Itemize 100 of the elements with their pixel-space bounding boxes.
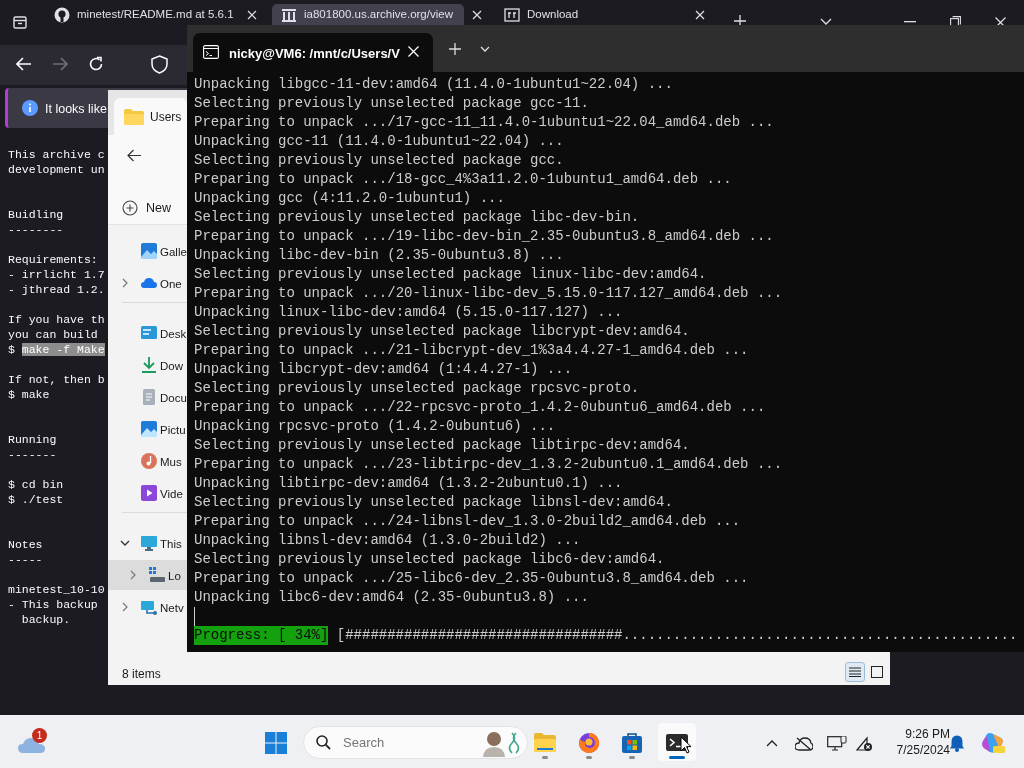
browser-tab[interactable]: minetest/README.md at 5.6.1 [45,4,239,25]
tab-list-icon[interactable] [12,14,28,30]
terminal-line: Selecting previously unselected package libtirpc-dev:amd64. [194,436,691,455]
folder-icon [534,731,556,754]
text-line: Buidling [8,207,65,222]
copilot-icon[interactable] [981,732,1005,754]
terminal-line: Preparing to unpack .../19-libc-dev-bin_2.35-0ubuntu3.8_amd64.deb ... [194,227,775,246]
details-view-button[interactable] [845,662,865,682]
terminal-line: Unpacking libnsl-dev:amd64 (1.3.0-2build2) ... [194,531,582,550]
terminal-line: Selecting previously unselected package linux-libc-dev:amd64. [194,265,708,284]
text-line: $ make [8,387,51,402]
text-line: If you have th [8,312,105,327]
reload-icon[interactable] [88,56,104,72]
chevron-down-icon[interactable] [120,538,130,548]
plus-icon[interactable] [449,43,461,55]
cursor [194,607,195,626]
list-icon [849,667,861,677]
nav-item[interactable]: Mus [108,446,187,476]
progress-text: [#################################............................................... [336,626,1018,645]
new-button[interactable]: New [122,194,188,222]
display-icon[interactable] [827,736,847,752]
bell-icon[interactable] [950,735,964,752]
text-line: you can build [8,327,99,342]
terminal-tab[interactable]: nicky@VM6: /mnt/c/Users/V [193,33,433,72]
download-icon [141,357,157,373]
close-icon[interactable] [472,10,482,20]
chevron-up-icon[interactable] [766,740,778,747]
cloud-icon [141,275,157,291]
taskbar-app-button[interactable] [658,723,696,761]
text-line: development un [8,162,105,177]
nav-item[interactable]: Galle [108,236,187,266]
text-line: - This backup [8,597,99,612]
terminal-line: Selecting previously unselected package libc6-dev:amd64. [194,550,666,569]
text-line: Requirements: [8,252,99,267]
terminal-line: Preparing to unpack .../20-linux-libc-dev_5.15.0-117.127_amd64.deb ... [194,284,784,303]
nav-item[interactable]: Docu [108,382,187,412]
terminal-line: Selecting previously unselected package rpcsvc-proto. [194,379,641,398]
start-icon [265,731,287,754]
back-icon[interactable] [127,149,142,162]
picture-icon [141,421,157,437]
nav-item[interactable]: Lo [108,560,187,590]
text-line: backup. [20,612,72,627]
browser-tab[interactable]: ia801800.us.archive.org/view [272,4,464,25]
forward-icon[interactable] [52,57,68,71]
chevron-down-icon[interactable] [820,18,832,26]
close-icon[interactable] [695,10,705,20]
search-box[interactable]: Search [303,726,528,759]
terminal-line: Preparing to unpack .../18-gcc_4%3a11.2.0-1ubuntu1_amd64.deb ... [194,170,733,189]
gallery-icon [141,243,157,259]
terminal-line: Unpacking gcc (4:11.2.0-1ubuntu1) ... [194,189,506,208]
status-text: 8 items [122,666,161,683]
terminal-line: Unpacking libcrypt-dev:amd64 (1:4.4.27-1) ... [194,360,574,379]
text-line: If not, then b [8,372,105,387]
browser-tab[interactable]: Download [495,4,687,25]
chevron-right-icon[interactable] [120,278,130,288]
monitor-icon [141,535,157,551]
github-icon [54,7,70,23]
text-line: $ cd bin [8,477,65,492]
text-line: Notes [8,537,44,552]
nav-item[interactable]: Desk [108,318,187,348]
close-icon[interactable] [247,10,257,20]
terminal-line: Preparing to unpack .../17-gcc-11_11.4.0-1ubuntu1~22.04_amd64.deb ... [194,113,775,132]
text-line: minetest_10-10 [8,582,105,597]
nav-item[interactable]: Pictu [108,414,187,444]
nav-item[interactable]: This [108,528,187,558]
nav-item[interactable]: Netv [108,592,187,622]
terminal-line: Selecting previously unselected package libcrypt-dev:amd64. [194,322,691,341]
terminal-line: Unpacking rpcsvc-proto (1.4.2-0ubuntu6) ... [194,417,557,436]
cloud-off-icon[interactable] [795,737,813,751]
fox-globe-icon [578,731,600,754]
chevron-right-icon[interactable] [128,570,138,580]
search-field[interactable]: Search [341,731,461,754]
shield-icon[interactable] [151,55,168,74]
nav-item[interactable]: One [108,268,187,298]
restore-icon[interactable] [950,16,961,27]
chevron-right-icon[interactable] [120,602,130,612]
text-line: - irrlicht 1.7 [8,267,105,282]
nav-item[interactable]: Vide [108,478,187,508]
text-line: - jthread 1.2. [8,282,105,297]
network-off-icon[interactable] [855,736,873,752]
terminal-line: Preparing to unpack .../23-libtirpc-dev_1.3.2-2ubuntu0.1_amd64.deb ... [194,455,784,474]
search-icon [316,735,331,750]
terminal-line: Preparing to unpack .../25-libc6-dev_2.35-0ubuntu3.8_amd64.deb ... [194,569,750,588]
text-line: -------- [8,222,65,237]
terminal-line: Unpacking libc-dev-bin (2.35-0ubuntu3.8) ... [194,246,565,265]
text-line: Running [8,432,58,447]
desktop-icon [141,325,157,341]
page-icon [504,7,520,23]
document-icon [141,389,157,405]
text-line: ----- [8,552,44,567]
terminal-line: Selecting previously unselected package gcc. [194,151,565,170]
clock-button[interactable]: 9:26 PM 7/25/2024 [886,724,950,760]
music-icon [141,453,157,469]
terminal-line: Unpacking linux-libc-dev:amd64 (5.15.0-117.127) ... [194,303,624,322]
terminal-line: Preparing to unpack .../21-libcrypt-dev_1%3a4.4.27-1_amd64.deb ... [194,341,750,360]
chevron-down-icon[interactable] [480,46,490,52]
progress-label: Progress: [ 34%] [194,626,329,645]
minimize-icon[interactable] [904,21,916,23]
nav-item[interactable]: Dow [108,350,187,380]
cursor-icon [680,736,692,754]
